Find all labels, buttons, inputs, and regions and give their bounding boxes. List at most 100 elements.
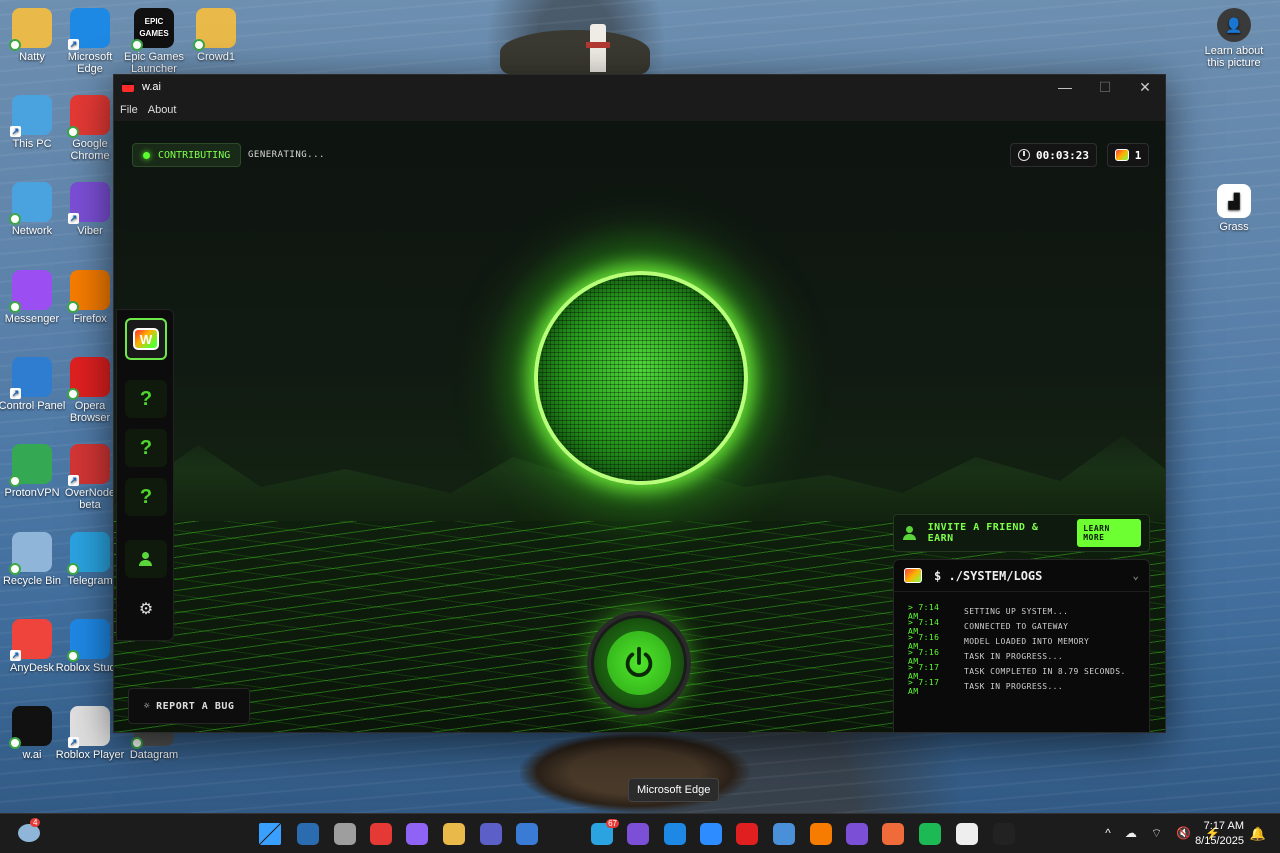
sync-check-icon: [9, 563, 21, 575]
sync-check-icon: [9, 301, 21, 313]
desktop-icon-label: Crowd1: [197, 51, 235, 63]
sidebar-item-settings[interactable]: ⚙: [125, 590, 167, 628]
logs-header[interactable]: $ ./SYSTEM/LOGS ⌄: [894, 560, 1149, 592]
edge-taskbar[interactable]: [664, 823, 686, 845]
wai-logo-icon: W: [133, 328, 159, 350]
desktop-icon-label: Roblox Player: [55, 749, 125, 761]
sync-check-icon: [9, 213, 21, 225]
clock-time: 7:17 AM: [1203, 820, 1244, 832]
shortcut-arrow-icon: ↗: [10, 126, 21, 137]
firefox-taskbar[interactable]: [810, 823, 832, 845]
desktop-icon-label: Datagram: [129, 749, 179, 761]
glowing-orb: [534, 271, 748, 485]
status-badge: CONTRIBUTING: [132, 143, 242, 167]
task-view-button[interactable]: [334, 823, 356, 845]
grass-taskbar[interactable]: [956, 823, 978, 845]
log-message: TASK COMPLETED IN 8.79 SECONDS.: [964, 667, 1126, 676]
show-hidden-icons-icon[interactable]: ^: [1105, 826, 1111, 841]
explorer-taskbar[interactable]: [443, 823, 465, 845]
maximize-button[interactable]: ☐: [1085, 79, 1125, 96]
log-message: TASK IN PROGRESS...: [964, 652, 1064, 661]
taskbar-tooltip: Microsoft Edge: [628, 778, 720, 802]
sync-check-icon: [67, 563, 79, 575]
status-detail: GENERATING...: [248, 150, 325, 160]
taskbar-clock[interactable]: 7:17 AM 8/15/2025: [1195, 819, 1244, 849]
sync-check-icon: [131, 39, 143, 51]
notification-badge: 4: [30, 818, 41, 827]
copilot-taskbar[interactable]: [406, 823, 428, 845]
log-message: TASK IN PROGRESS...: [964, 682, 1064, 691]
telegram-icon: [67, 532, 110, 575]
telegram-taskbar[interactable]: 67: [591, 819, 619, 845]
app-orange-taskbar[interactable]: [882, 823, 904, 845]
close-button[interactable]: ✕: [1125, 79, 1165, 96]
sync-check-icon: [9, 39, 21, 51]
log-message: CONNECTED TO GATEWAY: [964, 622, 1069, 631]
opera-browser-icon: [67, 357, 110, 400]
sidebar-item-invite[interactable]: [125, 540, 167, 578]
invite-banner: INVITE A FRIEND & EARN LEARN MORE: [893, 514, 1150, 552]
teams-taskbar[interactable]: [480, 823, 502, 845]
shortcut-arrow-icon: ↗: [68, 39, 79, 50]
viber-icon: ↗: [68, 182, 110, 224]
crowd1-icon: [193, 8, 236, 51]
wai-logo-icon: [1114, 149, 1129, 161]
desktop-icon-microsoft-edge[interactable]: ↗ Microsoft Edge: [54, 8, 126, 75]
wai-taskbar[interactable]: [993, 823, 1015, 845]
learn-more-button[interactable]: LEARN MORE: [1077, 519, 1141, 547]
report-bug-label: REPORT A BUG: [156, 700, 235, 712]
log-message: SETTING UP SYSTEM...: [964, 607, 1069, 616]
logs-title: $ ./SYSTEM/LOGS: [934, 568, 1043, 583]
log-entry: > 7:17 AM TASK IN PROGRESS...: [908, 678, 1135, 696]
start-button[interactable]: [259, 823, 281, 845]
window-titlebar[interactable]: w.ai — ☐ ✕: [114, 75, 1165, 99]
add-user-icon: [902, 526, 918, 540]
weather-widget-icon[interactable]: 4: [18, 818, 41, 842]
status-dot-icon: [143, 151, 150, 159]
log-list: > 7:14 AM SETTING UP SYSTEM... > 7:14 AM CO…: [894, 592, 1149, 706]
search-button[interactable]: [297, 823, 319, 845]
desktop-icon-grass[interactable]: ▟ Grass: [1198, 184, 1270, 233]
uptime-timer: 00:03:23: [1010, 143, 1097, 167]
opera-taskbar[interactable]: [736, 823, 758, 845]
sync-check-icon: [9, 475, 21, 487]
menu-file[interactable]: File: [120, 104, 138, 116]
desktop-icon-crowd1[interactable]: Crowd1: [180, 8, 252, 63]
zoom-taskbar[interactable]: [700, 823, 722, 845]
report-bug-button[interactable]: ☼ REPORT A BUG: [128, 688, 250, 724]
clock-date: 8/15/2025: [1195, 835, 1244, 847]
desktop-icon-learn-picture[interactable]: 👤 Learn about this picture: [1198, 8, 1270, 69]
points-badge[interactable]: 1: [1107, 143, 1149, 167]
window-title: w.ai: [142, 81, 161, 93]
chevron-down-icon[interactable]: ⌄: [1132, 569, 1139, 582]
taskbar: 4 67 ^ ☁ ⌔ 🔇 ⚡ 7:17 AM 8/15/2025 🔔: [0, 813, 1280, 853]
sidebar-item-locked-3[interactable]: ?: [125, 478, 167, 516]
messenger-icon: [9, 270, 52, 313]
wai-app-window: w.ai — ☐ ✕ File About CONTRIBUTING GENER…: [113, 74, 1166, 733]
invite-label: INVITE A FRIEND & EARN: [927, 522, 1039, 544]
wai-titlebar-icon: [122, 82, 134, 92]
widgets-taskbar[interactable]: [516, 823, 538, 845]
app-purple-taskbar[interactable]: [846, 823, 868, 845]
spotify-taskbar[interactable]: [919, 823, 941, 845]
recycle-bin-icon: [9, 532, 52, 575]
shortcut-arrow-icon: ↗: [68, 213, 79, 224]
grass-icon: ▟: [1217, 184, 1251, 218]
w-ai-icon: [9, 706, 52, 749]
chrome-taskbar[interactable]: [370, 823, 392, 845]
points-count: 1: [1134, 148, 1142, 162]
power-button[interactable]: [591, 615, 687, 711]
viber-taskbar[interactable]: [627, 823, 649, 845]
volume-icon[interactable]: 🔇: [1176, 826, 1191, 841]
sidebar-item-locked-1[interactable]: ?: [125, 380, 167, 418]
roblox-player-icon: ↗: [68, 706, 110, 748]
notepad-taskbar[interactable]: [773, 823, 795, 845]
sidebar-item-locked-2[interactable]: ?: [125, 429, 167, 467]
notification-bell-icon[interactable]: 🔔: [1250, 826, 1266, 842]
minimize-button[interactable]: —: [1045, 79, 1085, 96]
epic-games-launcher-icon: EPIC GAMES: [131, 8, 174, 51]
onedrive-icon[interactable]: ☁: [1125, 826, 1137, 841]
sidebar-item-home[interactable]: W: [125, 318, 167, 360]
wifi-icon[interactable]: ⌔: [1151, 826, 1162, 841]
menu-about[interactable]: About: [148, 104, 177, 116]
